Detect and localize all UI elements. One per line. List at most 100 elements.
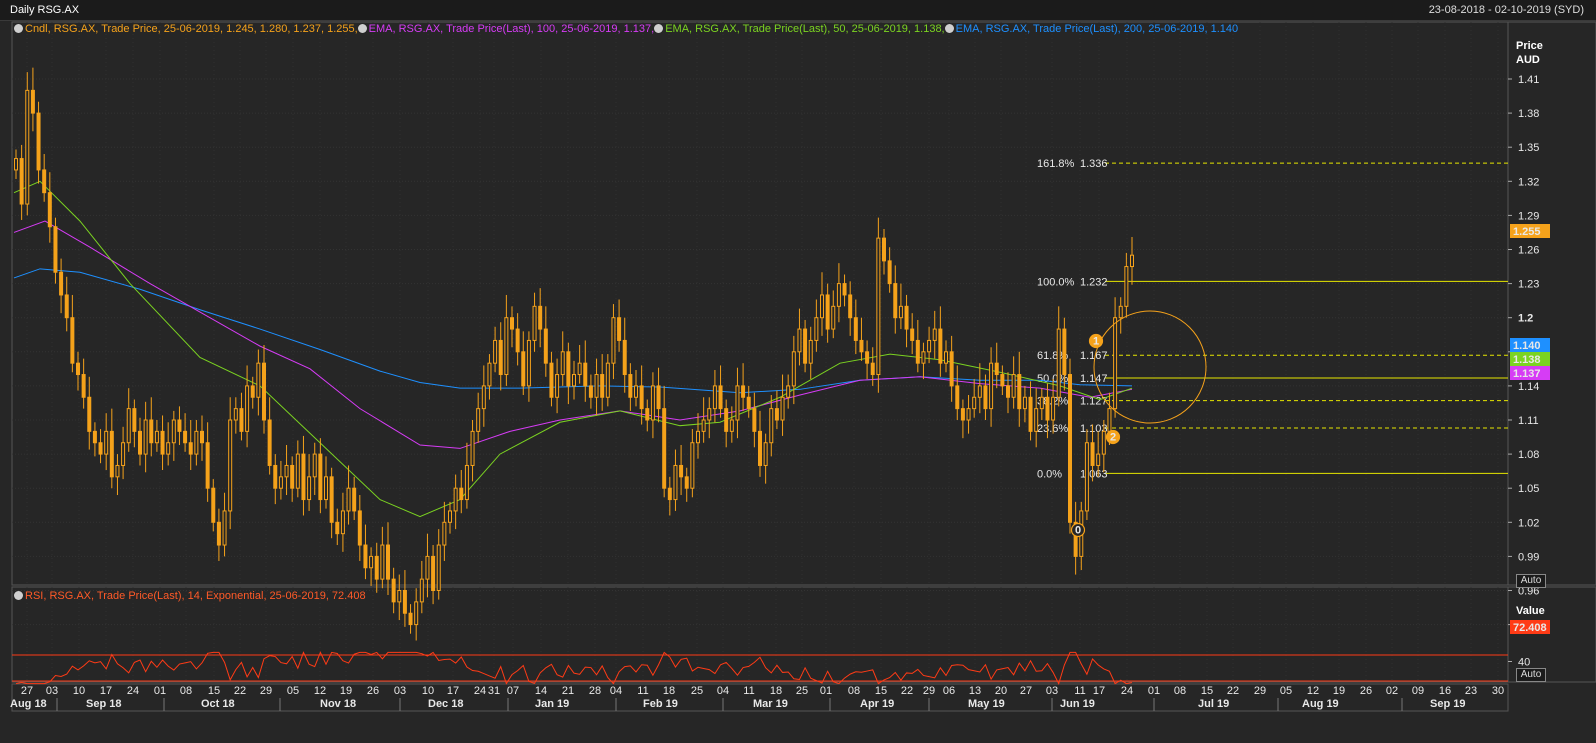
candle-body-up	[786, 385, 791, 398]
candle-body-down	[81, 374, 86, 398]
price-tick-label: 1.11	[1518, 415, 1539, 427]
price-legend: Cndl, RSG.AX, Trade Price, 25-06-2019, 1…	[14, 23, 1238, 35]
candle-info-icon[interactable]	[14, 24, 23, 33]
day-tick-label: 07	[507, 685, 519, 697]
fib-value-label: 1.147	[1080, 373, 1108, 385]
ema50-info-icon[interactable]	[654, 24, 664, 33]
legend-candle: Cndl, RSG.AX, Trade Price, 25-06-2019, 1…	[25, 23, 358, 35]
candle-body-up	[989, 362, 994, 410]
chart-window: Daily RSG.AX 23-08-2018 - 02-10-2019 (SY…	[0, 0, 1596, 743]
candle-body-down	[938, 328, 943, 364]
candle-body-down	[70, 317, 75, 364]
candle-body-up	[143, 419, 148, 455]
day-tick-label: 31	[488, 685, 500, 697]
day-tick-label: 10	[422, 685, 434, 697]
candle-body-up	[346, 487, 351, 512]
candle-body-up	[927, 339, 932, 353]
candle-body-up	[696, 430, 700, 444]
day-tick-label: 15	[1201, 685, 1213, 697]
candle-body-down	[267, 419, 272, 466]
value-axis-title: Value	[1516, 605, 1545, 617]
ema100-badge: 1.137	[1513, 368, 1541, 380]
candle-body-up	[966, 408, 971, 421]
candle-body-up	[526, 339, 531, 387]
day-tick-label: 15	[875, 685, 887, 697]
price-tick-label: 1.05	[1518, 483, 1539, 495]
candle-body-up	[1096, 453, 1101, 466]
candle-body-up	[605, 362, 610, 398]
candle-body-up	[1107, 408, 1112, 432]
candle-body-up	[414, 601, 419, 626]
ema50-badge: 1.138	[1513, 354, 1541, 366]
day-tick-label: 30	[1492, 685, 1504, 697]
candle-body-down	[301, 453, 306, 501]
candle-body-up	[470, 430, 475, 466]
candle-body-up	[1124, 266, 1129, 307]
day-tick-label: 12	[1307, 685, 1319, 697]
candle-body-up	[1101, 430, 1106, 455]
day-tick-label: 13	[969, 685, 981, 697]
candle-body-down	[915, 339, 920, 364]
price-axis-unit: AUD	[1516, 54, 1540, 66]
day-tick-label: 01	[154, 685, 166, 697]
candle-body-down	[459, 487, 464, 501]
candle-body-up	[442, 521, 447, 546]
rsi-value-badge: 72.408	[1513, 622, 1547, 634]
candle-body-down	[882, 237, 886, 262]
candle-body-up	[1084, 442, 1089, 512]
day-tick-label: 15	[208, 685, 220, 697]
candle-body-up	[1022, 396, 1027, 410]
candle-body-down	[138, 430, 142, 455]
candle-body-down	[211, 487, 216, 523]
day-tick-label: 26	[367, 685, 379, 697]
candle-body-down	[374, 555, 379, 580]
month-label: Nov 18	[320, 698, 356, 710]
price-tick-label: 1.14	[1518, 381, 1539, 393]
candle-body-down	[352, 487, 357, 512]
day-tick-label: 01	[1148, 685, 1160, 697]
candle-body-down	[679, 464, 684, 478]
wave-label: 1	[1093, 336, 1099, 348]
candle-body-down	[904, 305, 909, 330]
legend-ema100: EMA, RSG.AX, Trade Price(Last), 100, 25-…	[368, 23, 655, 35]
candle-body-up	[572, 374, 576, 387]
candle-body-up	[1118, 305, 1123, 319]
candle-body-down	[645, 408, 650, 421]
day-tick-label: 11	[1074, 685, 1085, 697]
candle-body-down	[848, 294, 853, 319]
candle-body-up	[256, 362, 261, 398]
price-auto-button[interactable]: Auto	[1516, 574, 1546, 588]
candle-body-down	[825, 294, 830, 330]
candle-body-down	[216, 521, 221, 546]
candle-body-down	[893, 283, 898, 319]
legend-ema200: EMA, RSG.AX, Trade Price(Last), 200, 25-…	[955, 23, 1239, 35]
candle-body-down	[363, 544, 368, 569]
fib-percent-label: 161.8%	[1037, 158, 1075, 170]
price-axis-title: Price	[1516, 40, 1543, 52]
day-tick-label: 29	[1254, 685, 1266, 697]
candle-body-up	[380, 544, 385, 580]
day-tick-label: 03	[1046, 685, 1058, 697]
candle-body-down	[600, 374, 605, 398]
ema200-info-icon[interactable]	[944, 24, 954, 33]
price-tick-label: 1.32	[1518, 176, 1539, 188]
fib-value-label: 1.336	[1080, 158, 1108, 170]
value-auto-button[interactable]: Auto	[1516, 668, 1546, 682]
ema100-info-icon[interactable]	[357, 24, 367, 33]
candle-body-down	[262, 362, 266, 421]
candle-body-down	[983, 385, 988, 410]
chart-canvas[interactable]: 1.411.381.351.321.291.261.231.21.171.141…	[0, 0, 1596, 743]
candle-body-down	[566, 351, 571, 387]
day-tick-label: 03	[46, 685, 58, 697]
rsi-info-icon[interactable]	[14, 591, 23, 600]
price-tick-label: 1.41	[1518, 74, 1539, 86]
day-tick-label: 11	[637, 685, 648, 697]
candle-body-down	[183, 430, 188, 444]
candle-body-up	[1056, 328, 1061, 398]
candle-body-up	[972, 396, 977, 410]
day-tick-label: 16	[1439, 685, 1451, 697]
candle-body-down	[628, 374, 633, 398]
candle-body-down	[357, 510, 362, 546]
candle-body-up	[222, 510, 227, 546]
day-tick-label: 19	[340, 685, 352, 697]
